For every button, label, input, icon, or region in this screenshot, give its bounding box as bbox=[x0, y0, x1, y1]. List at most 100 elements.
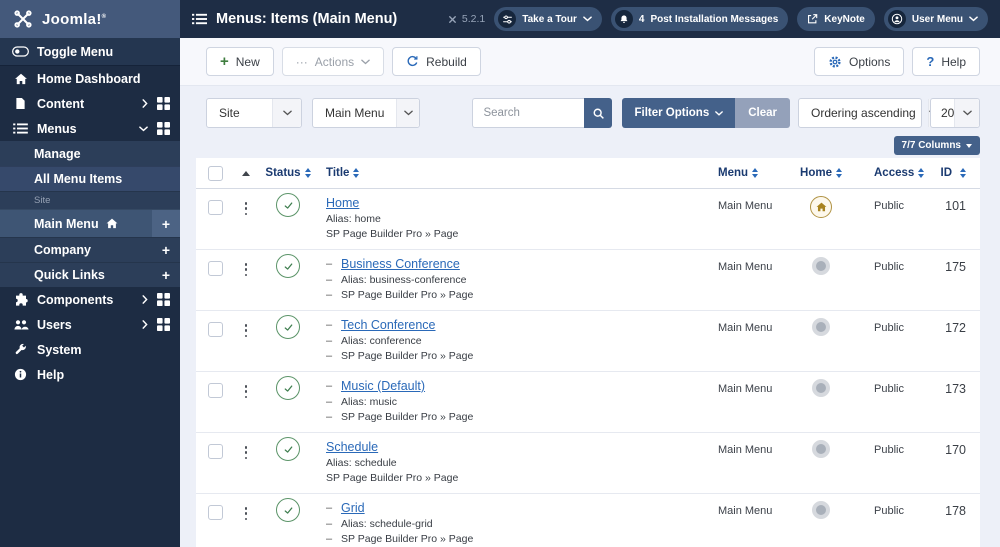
grid-icon[interactable] bbox=[157, 293, 170, 306]
columns-toggle-button[interactable]: 7/7 Columns bbox=[893, 136, 980, 155]
item-id: 170 bbox=[945, 443, 966, 457]
item-access: Public bbox=[874, 505, 904, 517]
menu-item-title-link[interactable]: Home bbox=[326, 196, 359, 210]
keynote-button[interactable]: KeyNote bbox=[797, 7, 875, 31]
sidebar-item-components[interactable]: Components bbox=[0, 287, 180, 312]
sliders-icon bbox=[498, 10, 517, 28]
row-checkbox[interactable] bbox=[208, 200, 223, 215]
external-link-icon bbox=[808, 14, 818, 24]
search-button[interactable] bbox=[584, 98, 613, 128]
sidebar-item-label: Manage bbox=[34, 146, 81, 161]
new-button[interactable]: + New bbox=[206, 47, 274, 76]
sort-header-id[interactable]: ID bbox=[926, 167, 980, 179]
drag-handle-icon[interactable] bbox=[244, 262, 248, 278]
menu-select[interactable]: Main Menu bbox=[312, 98, 420, 128]
sidebar-item-menus[interactable]: Menus bbox=[0, 116, 180, 141]
sort-header-menu[interactable]: Menu bbox=[696, 167, 786, 179]
row-checkbox[interactable] bbox=[208, 383, 223, 398]
sidebar-item-system[interactable]: System bbox=[0, 337, 180, 362]
wrench-icon bbox=[12, 343, 29, 356]
plus-icon: + bbox=[220, 53, 229, 70]
sort-header-access[interactable]: Access bbox=[856, 167, 926, 179]
home-unset-icon[interactable] bbox=[812, 318, 830, 336]
options-button[interactable]: Options bbox=[814, 47, 905, 76]
row-checkbox[interactable] bbox=[208, 505, 223, 520]
sidebar-item-label: Home Dashboard bbox=[37, 71, 141, 86]
menu-item-title-link[interactable]: Schedule bbox=[326, 440, 378, 454]
sidebar-item-users[interactable]: Users bbox=[0, 312, 180, 337]
post-installation-messages-button[interactable]: 4 Post Installation Messages bbox=[610, 7, 789, 31]
sidebar-item-all-menu-items[interactable]: All Menu Items bbox=[0, 166, 180, 191]
item-alias: Alias: home bbox=[326, 213, 381, 225]
row-checkbox[interactable] bbox=[208, 444, 223, 459]
menu-item-title-link[interactable]: Tech Conference bbox=[341, 318, 436, 332]
sidebar-item-home-dashboard[interactable]: Home Dashboard bbox=[0, 66, 180, 91]
item-alias: Alias: schedule bbox=[326, 457, 397, 469]
select-all-checkbox[interactable] bbox=[208, 165, 223, 181]
sort-header-status[interactable]: Status bbox=[262, 167, 314, 179]
menu-item-title-link[interactable]: Music (Default) bbox=[341, 379, 425, 393]
sort-header-home[interactable]: Home bbox=[786, 167, 856, 179]
filter-options-button[interactable]: Filter Options bbox=[622, 98, 736, 128]
sidebar-item-main-menu[interactable]: Main Menu + bbox=[0, 209, 180, 237]
sidebar-item-quick-links[interactable]: Quick Links + bbox=[0, 262, 180, 287]
site-select[interactable]: Site bbox=[206, 98, 302, 128]
drag-handle-icon[interactable] bbox=[244, 384, 248, 400]
table-row: –Home –Alias: home –SP Page Builder Pro … bbox=[196, 189, 980, 250]
grid-icon[interactable] bbox=[157, 318, 170, 331]
table-row: – Grid – Alias: schedule-grid – SP Page Bui… bbox=[196, 494, 980, 547]
sort-icon bbox=[960, 168, 966, 178]
table-row: – Tech Conference – Alias: conference – SP … bbox=[196, 311, 980, 372]
take-a-tour-button[interactable]: Take a Tour bbox=[494, 7, 602, 31]
status-published-icon[interactable] bbox=[276, 376, 300, 400]
sidebar-item-company[interactable]: Company + bbox=[0, 237, 180, 262]
status-published-icon[interactable] bbox=[276, 437, 300, 461]
drag-handle-icon[interactable] bbox=[244, 506, 248, 522]
sidebar: Toggle Menu Home Dashboard Content Menus… bbox=[0, 38, 180, 547]
search-input[interactable] bbox=[472, 98, 585, 128]
menu-item-title-link[interactable]: Business Conference bbox=[341, 257, 460, 271]
toggle-menu-button[interactable]: Toggle Menu bbox=[0, 38, 180, 66]
row-checkbox[interactable] bbox=[208, 261, 223, 276]
status-published-icon[interactable] bbox=[276, 193, 300, 217]
actions-button[interactable]: ··· Actions bbox=[281, 47, 385, 76]
home-unset-icon[interactable] bbox=[812, 501, 830, 519]
sidebar-item-label: Menus bbox=[37, 121, 77, 136]
ordering-select[interactable]: Ordering ascending bbox=[798, 98, 938, 128]
home-unset-icon[interactable] bbox=[812, 440, 830, 458]
sort-header-ordering[interactable] bbox=[230, 170, 262, 176]
sidebar-item-manage[interactable]: Manage bbox=[0, 141, 180, 166]
filter-bar: Site Main Menu Filter Options Clear Orde… bbox=[206, 98, 980, 128]
sidebar-item-help[interactable]: Help bbox=[0, 362, 180, 387]
messages-label: Post Installation Messages bbox=[650, 13, 779, 25]
add-menu-item-button[interactable]: + bbox=[152, 263, 180, 287]
home-unset-icon[interactable] bbox=[812, 379, 830, 397]
chevron-down-icon bbox=[139, 125, 148, 132]
home-unset-icon[interactable] bbox=[812, 257, 830, 275]
menu-item-title-link[interactable]: Grid bbox=[341, 501, 365, 515]
joomla-logo[interactable]: Joomla!® bbox=[0, 0, 180, 38]
drag-handle-icon[interactable] bbox=[244, 201, 248, 217]
add-menu-item-button[interactable]: + bbox=[152, 238, 180, 262]
item-id: 101 bbox=[945, 199, 966, 213]
user-menu-button[interactable]: User Menu bbox=[883, 7, 988, 31]
clear-button[interactable]: Clear bbox=[735, 98, 790, 128]
home-set-icon[interactable] bbox=[810, 196, 832, 218]
drag-handle-icon[interactable] bbox=[244, 323, 248, 339]
drag-handle-icon[interactable] bbox=[244, 445, 248, 461]
sidebar-item-content[interactable]: Content bbox=[0, 91, 180, 116]
status-published-icon[interactable] bbox=[276, 254, 300, 278]
grid-icon[interactable] bbox=[157, 122, 170, 135]
user-icon bbox=[887, 10, 906, 28]
add-menu-item-button[interactable]: + bbox=[152, 210, 180, 237]
status-published-icon[interactable] bbox=[276, 498, 300, 522]
rebuild-button[interactable]: Rebuild bbox=[392, 47, 481, 76]
header-label: Home bbox=[800, 167, 832, 179]
grid-icon[interactable] bbox=[157, 97, 170, 110]
item-alias: Alias: music bbox=[341, 396, 398, 408]
status-published-icon[interactable] bbox=[276, 315, 300, 339]
row-checkbox[interactable] bbox=[208, 322, 223, 337]
help-button[interactable]: ? Help bbox=[912, 47, 980, 76]
per-page-select[interactable]: 20 bbox=[930, 98, 980, 128]
sort-header-title[interactable]: Title bbox=[314, 167, 696, 179]
